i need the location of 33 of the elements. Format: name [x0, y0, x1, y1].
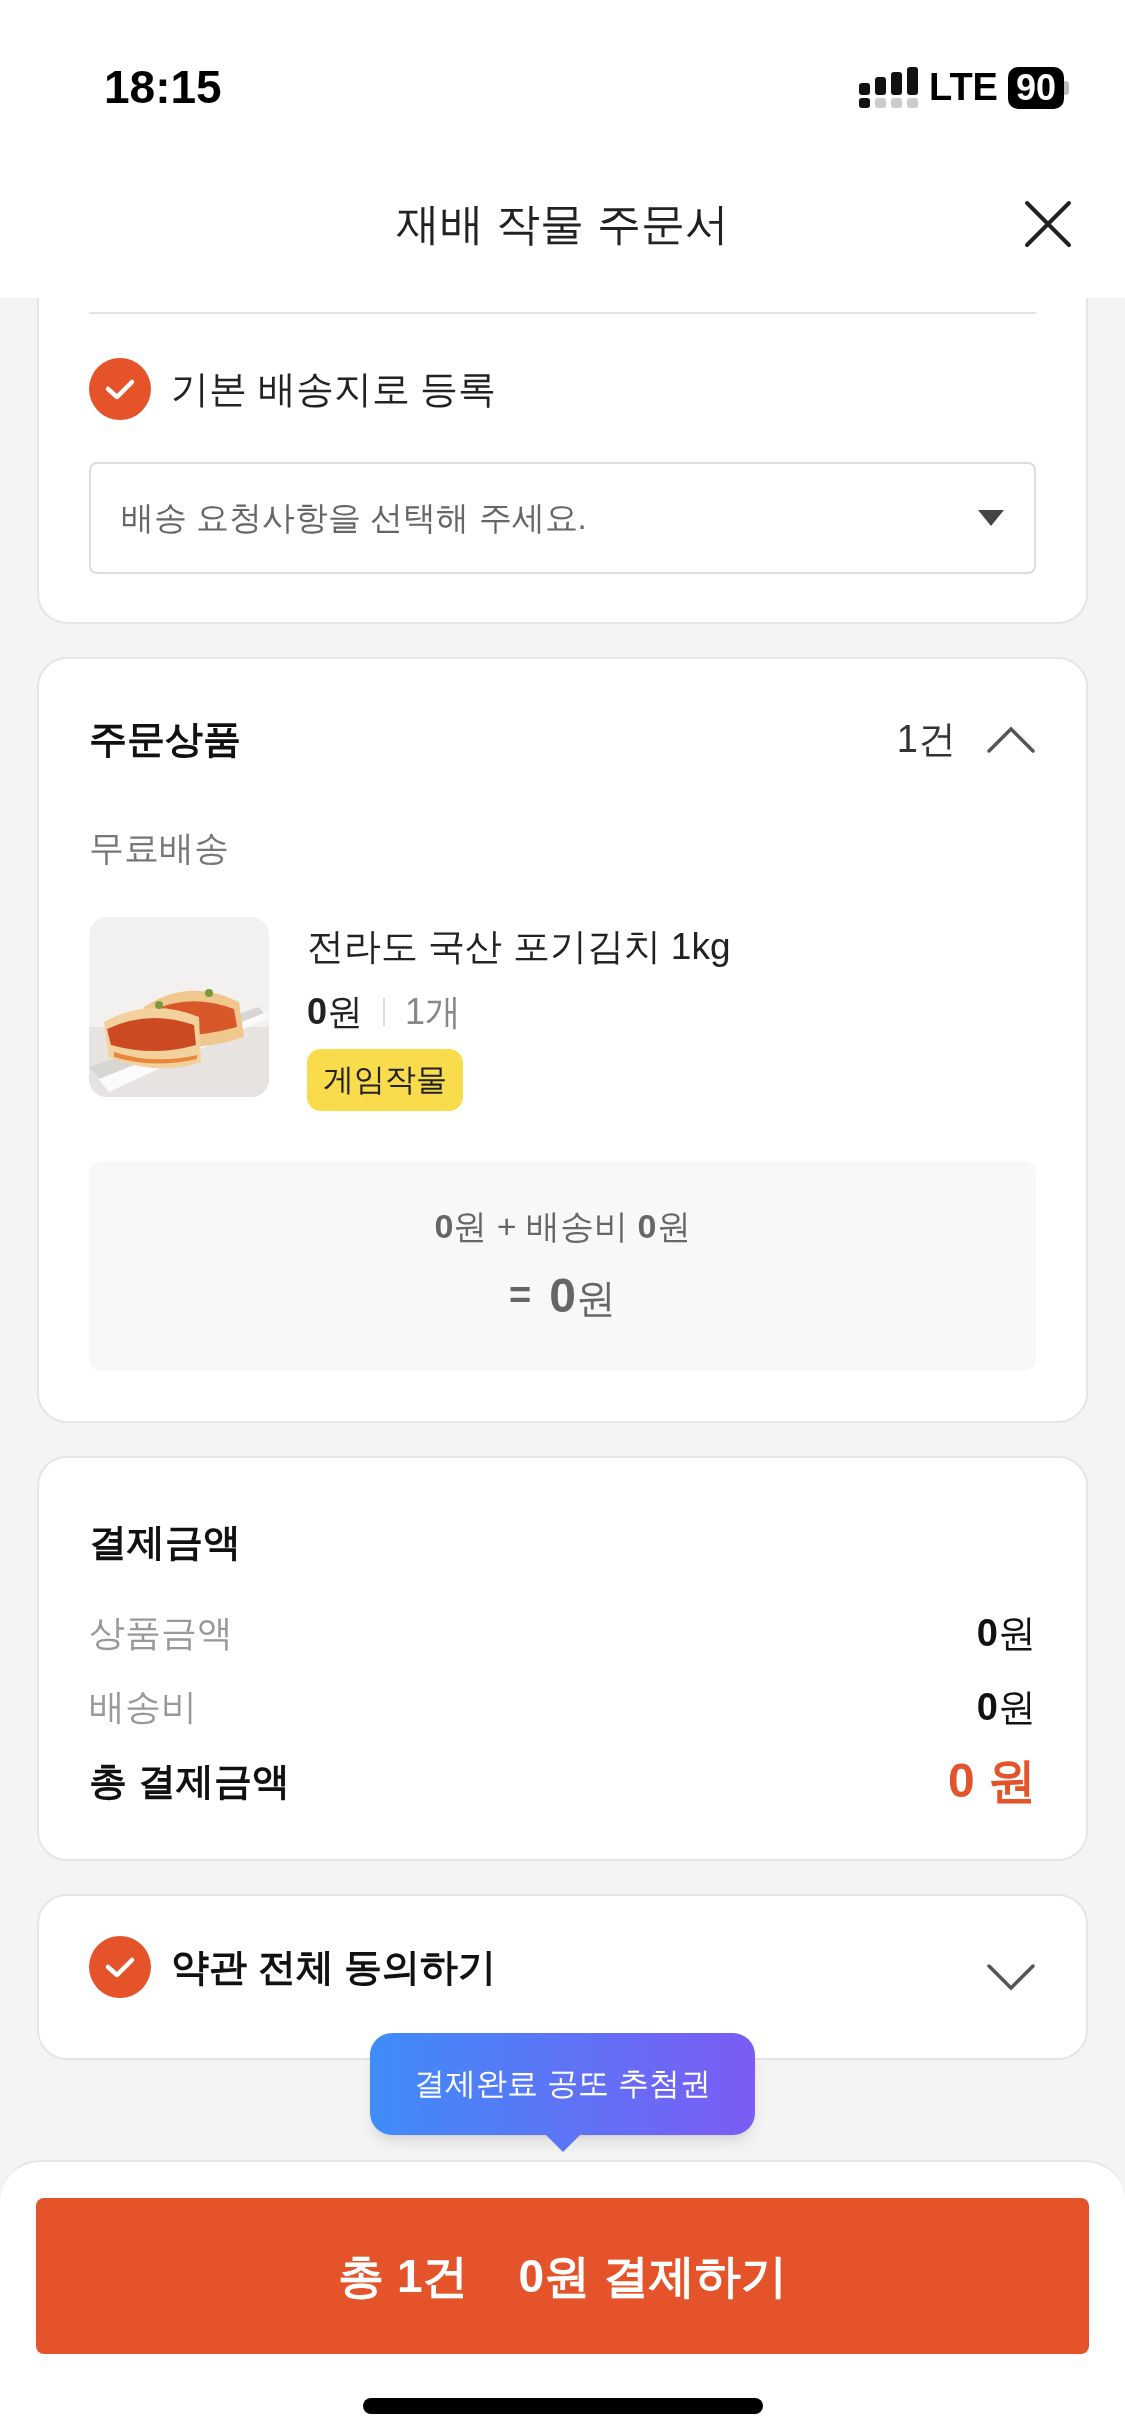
- checkbox[interactable]: [89, 1936, 151, 1998]
- dropdown-caret-icon: [978, 510, 1004, 526]
- product-quantity: 1개: [405, 989, 462, 1034]
- product-name: 전라도 국산 포기김치 1kg: [307, 924, 731, 969]
- summary-total: 0원: [549, 1267, 616, 1324]
- signal-icon: [859, 66, 919, 109]
- section-title: 주문상품: [89, 717, 241, 762]
- product-price: 0원: [307, 989, 364, 1034]
- payment-row-label: 배송비: [89, 1685, 197, 1729]
- shipping-label: 무료배송: [89, 827, 230, 869]
- product-tag: 게임작물: [307, 1048, 463, 1111]
- total-label: 총 결제금액: [89, 1758, 290, 1804]
- equals-sign: =: [509, 1273, 532, 1318]
- close-icon[interactable]: [1024, 200, 1072, 248]
- summary-line: 0원 + 배송비 0원: [434, 1205, 691, 1247]
- network-label: LTE: [929, 65, 998, 110]
- item-count: 1건: [896, 717, 956, 762]
- pay-button[interactable]: 총 1건 0원 결제하기: [36, 2198, 1089, 2354]
- delivery-request-dropdown[interactable]: 배송 요청사항을 선택해 주세요.: [89, 462, 1036, 574]
- chevron-icon[interactable]: [986, 1963, 1036, 1991]
- payment-row-label: 상품금액: [89, 1611, 233, 1655]
- terms-agree-label[interactable]: 약관 전체 동의하기: [171, 1938, 497, 1996]
- status-time: 18:15: [104, 60, 222, 115]
- chevron-icon[interactable]: [986, 725, 1036, 754]
- default-address-label[interactable]: 기본 배송지로 등록: [171, 360, 497, 418]
- tooltip-pointer-icon: [546, 2135, 580, 2152]
- payment-row-value: 0원: [976, 1684, 1036, 1730]
- checkbox[interactable]: [89, 358, 151, 420]
- total-value: 0 원: [947, 1753, 1036, 1809]
- payment-row-value: 0원: [976, 1610, 1036, 1656]
- page-title: 재배 작물 주문서: [396, 198, 729, 250]
- tooltip: 결제완료 공또 추첨권: [370, 2033, 755, 2135]
- section-title: 결제금액: [89, 1520, 242, 1565]
